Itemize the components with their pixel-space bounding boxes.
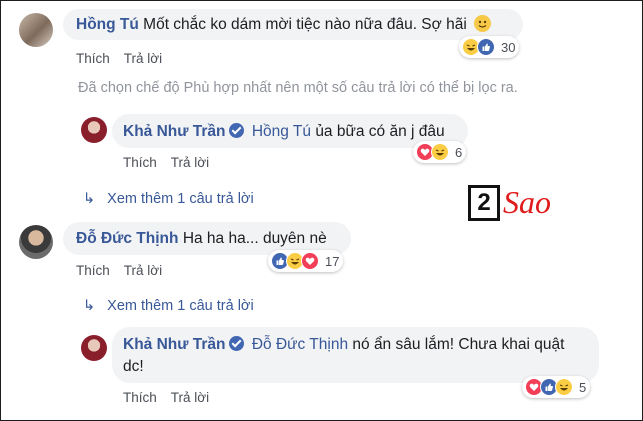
haha-reaction-icon xyxy=(431,143,449,161)
avatar[interactable] xyxy=(81,117,107,143)
mention-link[interactable]: Hồng Tú xyxy=(252,123,311,140)
haha-reaction-icon xyxy=(555,378,573,396)
comment-text: Mốt chắc ko dám mời tiệc nào nữa đâu. Sợ… xyxy=(143,16,467,33)
avatar[interactable] xyxy=(19,13,53,47)
like-link[interactable]: Thích xyxy=(123,390,157,405)
comment-bubble: Khả Như Trần Đỗ Đức Thịnh nó ẩn sâu lắm!… xyxy=(112,327,599,383)
comment-actions: Thích Trả lời xyxy=(123,155,223,170)
comment-text: ủa bữa có ăn j đâu xyxy=(315,123,445,140)
reaction-count: 30 xyxy=(501,39,516,55)
like-link[interactable]: Thích xyxy=(76,51,110,66)
comment-bubble: Hồng Tú Mốt chắc ko dám mời tiệc nào nữa… xyxy=(63,9,523,40)
reaction-count: 5 xyxy=(579,379,587,395)
smile-emoji-icon xyxy=(474,15,492,32)
see-more-label: Xem thêm 1 câu trả lời xyxy=(107,191,254,207)
reply-link[interactable]: Trả lời xyxy=(171,390,209,405)
commenter-name[interactable]: Đỗ Đức Thịnh xyxy=(76,230,179,247)
mention-link[interactable]: Đỗ Đức Thịnh xyxy=(252,336,348,353)
like-reaction-icon xyxy=(477,38,495,56)
reaction-summary[interactable]: 30 xyxy=(459,36,520,58)
commenter-name[interactable]: Khả Như Trần xyxy=(123,336,226,353)
comment-actions: Thích Trả lời xyxy=(76,263,176,278)
commenter-name[interactable]: Khả Như Trần xyxy=(123,123,226,140)
verified-badge-icon xyxy=(228,123,244,138)
logo-word: Sao xyxy=(503,184,551,220)
reply-link[interactable]: Trả lời xyxy=(124,263,162,278)
like-link[interactable]: Thích xyxy=(123,155,157,170)
reply-link[interactable]: Trả lời xyxy=(171,155,209,170)
commenter-name[interactable]: Hồng Tú xyxy=(76,16,139,33)
comment-text: Ha ha ha... duyên nè xyxy=(182,230,327,247)
see-more-replies[interactable]: ↳ Xem thêm 1 câu trả lời xyxy=(83,298,254,314)
comment-text: nó ẩn sâu lắm! Chưa khai quật xyxy=(352,336,565,353)
verified-badge-icon xyxy=(228,336,244,351)
filter-notice: Đã chọn chế độ Phù hợp nhất nên một số c… xyxy=(78,80,518,96)
comment-actions: Thích Trả lời xyxy=(76,51,176,66)
see-more-label: Xem thêm 1 câu trả lời xyxy=(107,298,254,314)
reply-arrow-icon: ↳ xyxy=(83,191,96,207)
reply-link[interactable]: Trả lời xyxy=(124,51,162,66)
reply-arrow-icon: ↳ xyxy=(83,298,96,314)
avatar[interactable] xyxy=(19,225,53,259)
reaction-summary[interactable]: 17 xyxy=(268,250,344,272)
like-link[interactable]: Thích xyxy=(76,263,110,278)
comment-bubble: Khả Như Trần Hồng Tú ủa bữa có ăn j đâu xyxy=(112,114,468,148)
reaction-summary[interactable]: 5 xyxy=(522,376,591,398)
love-reaction-icon xyxy=(301,252,319,270)
reaction-summary[interactable]: 6 xyxy=(413,141,467,163)
reaction-count: 6 xyxy=(455,144,463,160)
avatar[interactable] xyxy=(81,335,107,361)
comment-text-continued: dc! xyxy=(123,358,144,375)
watermark-logo: 2 Sao xyxy=(468,184,551,221)
reaction-count: 17 xyxy=(325,253,340,269)
comment-actions: Thích Trả lời xyxy=(123,390,223,405)
see-more-replies[interactable]: ↳ Xem thêm 1 câu trả lời xyxy=(83,191,254,207)
logo-number: 2 xyxy=(468,184,500,221)
